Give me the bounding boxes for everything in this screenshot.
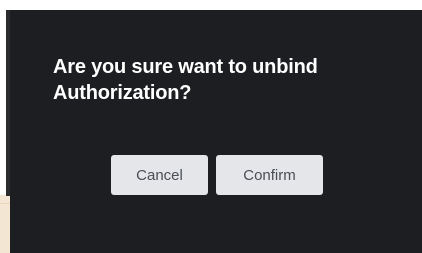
dialog-actions: Cancel Confirm — [111, 155, 323, 195]
cancel-button[interactable]: Cancel — [111, 155, 208, 195]
confirm-unbind-dialog: Are you sure want to unbind Authorizatio… — [10, 10, 422, 253]
confirm-button[interactable]: Confirm — [216, 155, 323, 195]
dialog-message: Are you sure want to unbind Authorizatio… — [53, 56, 318, 104]
